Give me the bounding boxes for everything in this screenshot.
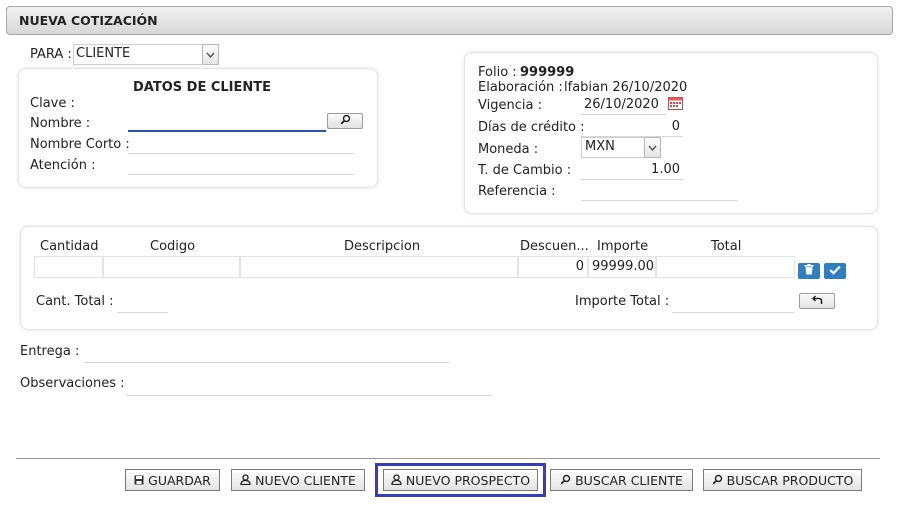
moneda-select-value: MXN <box>585 139 615 154</box>
vigencia-field[interactable] <box>581 94 666 115</box>
total-cell[interactable] <box>656 256 795 278</box>
tipo-cambio-label: T. de Cambio : <box>478 163 572 178</box>
dias-credito-label: Días de crédito : <box>478 120 585 135</box>
tipo-cambio-field[interactable] <box>581 159 683 180</box>
para-label: PARA : <box>30 47 72 62</box>
buscar-cliente-button[interactable]: BUSCAR CLIENTE <box>550 469 693 491</box>
moneda-label: Moneda : <box>478 142 539 157</box>
guardar-label: GUARDAR <box>148 472 211 488</box>
user-icon <box>391 473 402 488</box>
referencia-label: Referencia : <box>478 184 556 199</box>
nuevo-prospecto-button[interactable]: NUEVO PROSPECTO <box>383 469 538 491</box>
search-icon <box>712 473 723 488</box>
entrega-label: Entrega : <box>20 344 80 359</box>
importe-total-label: Importe Total : <box>575 294 670 309</box>
calendar-icon[interactable] <box>668 96 683 114</box>
cant-total-field[interactable] <box>117 292 168 313</box>
dias-credito-field[interactable] <box>581 116 683 137</box>
elaboracion-label: Elaboración : <box>478 80 563 95</box>
chevron-down-icon[interactable] <box>202 44 219 65</box>
page-header: NUEVA COTIZACIÓN <box>6 6 893 35</box>
delete-row-button[interactable] <box>798 263 820 279</box>
observaciones-label: Observaciones : <box>20 376 125 391</box>
col-header-cantidad: Cantidad <box>40 239 99 254</box>
guardar-button[interactable]: GUARDAR <box>125 469 220 491</box>
importe-total-field[interactable] <box>672 292 794 313</box>
trash-icon <box>804 263 814 279</box>
undo-icon <box>811 294 823 309</box>
buscar-producto-label: BUSCAR PRODUCTO <box>726 472 854 488</box>
nombre-corto-label: Nombre Corto : <box>30 137 130 152</box>
user-icon <box>240 473 251 488</box>
nuevo-cliente-label: NUEVO CLIENTE <box>255 472 356 488</box>
col-header-codigo: Codigo <box>150 239 196 254</box>
cantidad-cell[interactable] <box>34 256 103 278</box>
confirm-row-button[interactable] <box>824 263 846 279</box>
col-header-total: Total <box>711 239 742 254</box>
referencia-field[interactable] <box>581 180 737 201</box>
entrega-field[interactable] <box>84 342 449 363</box>
nombre-label: Nombre : <box>30 116 91 131</box>
nuevo-prospecto-label: NUEVO PROSPECTO <box>405 472 531 488</box>
col-header-importe: Importe <box>597 239 649 254</box>
page-title: NUEVA COTIZACIÓN <box>19 13 158 28</box>
folio-value: 999999 <box>520 65 575 80</box>
moneda-select[interactable]: MXN <box>581 137 661 158</box>
buscar-producto-button[interactable]: BUSCAR PRODUCTO <box>703 469 862 491</box>
products-panel <box>20 226 878 330</box>
atencion-field[interactable] <box>128 155 354 175</box>
search-client-button[interactable] <box>327 113 363 129</box>
search-icon <box>340 114 351 129</box>
chevron-down-icon[interactable] <box>644 137 661 158</box>
descuento-cell[interactable]: 0 <box>518 256 588 278</box>
codigo-cell[interactable] <box>103 256 240 278</box>
col-header-descuento: Descuen... <box>520 239 589 254</box>
check-icon <box>829 264 841 279</box>
nuevo-cliente-button[interactable]: NUEVO CLIENTE <box>231 469 365 491</box>
observaciones-field[interactable] <box>126 374 492 396</box>
footer-divider <box>16 458 880 459</box>
descripcion-cell[interactable] <box>240 256 518 278</box>
col-header-descripcion: Descripcion <box>344 239 421 254</box>
para-select[interactable]: CLIENTE <box>73 44 219 65</box>
cant-total-label: Cant. Total : <box>36 294 114 309</box>
atencion-label: Atención : <box>30 158 96 173</box>
folio-label: Folio : <box>478 65 517 80</box>
importe-cell[interactable]: 99999.00 <box>588 256 656 278</box>
search-icon <box>560 473 571 488</box>
nombre-field[interactable] <box>128 112 326 132</box>
para-select-value: CLIENTE <box>76 46 131 61</box>
buscar-cliente-label: BUSCAR CLIENTE <box>575 472 683 488</box>
nombre-corto-field[interactable] <box>128 134 354 154</box>
vigencia-label: Vigencia : <box>478 98 542 113</box>
clave-label: Clave : <box>30 96 75 111</box>
undo-button[interactable] <box>799 293 835 309</box>
client-data-title: DATOS DE CLIENTE <box>133 80 272 95</box>
elaboracion-value: lfabian 26/10/2020 <box>564 80 688 95</box>
save-icon <box>134 473 144 488</box>
